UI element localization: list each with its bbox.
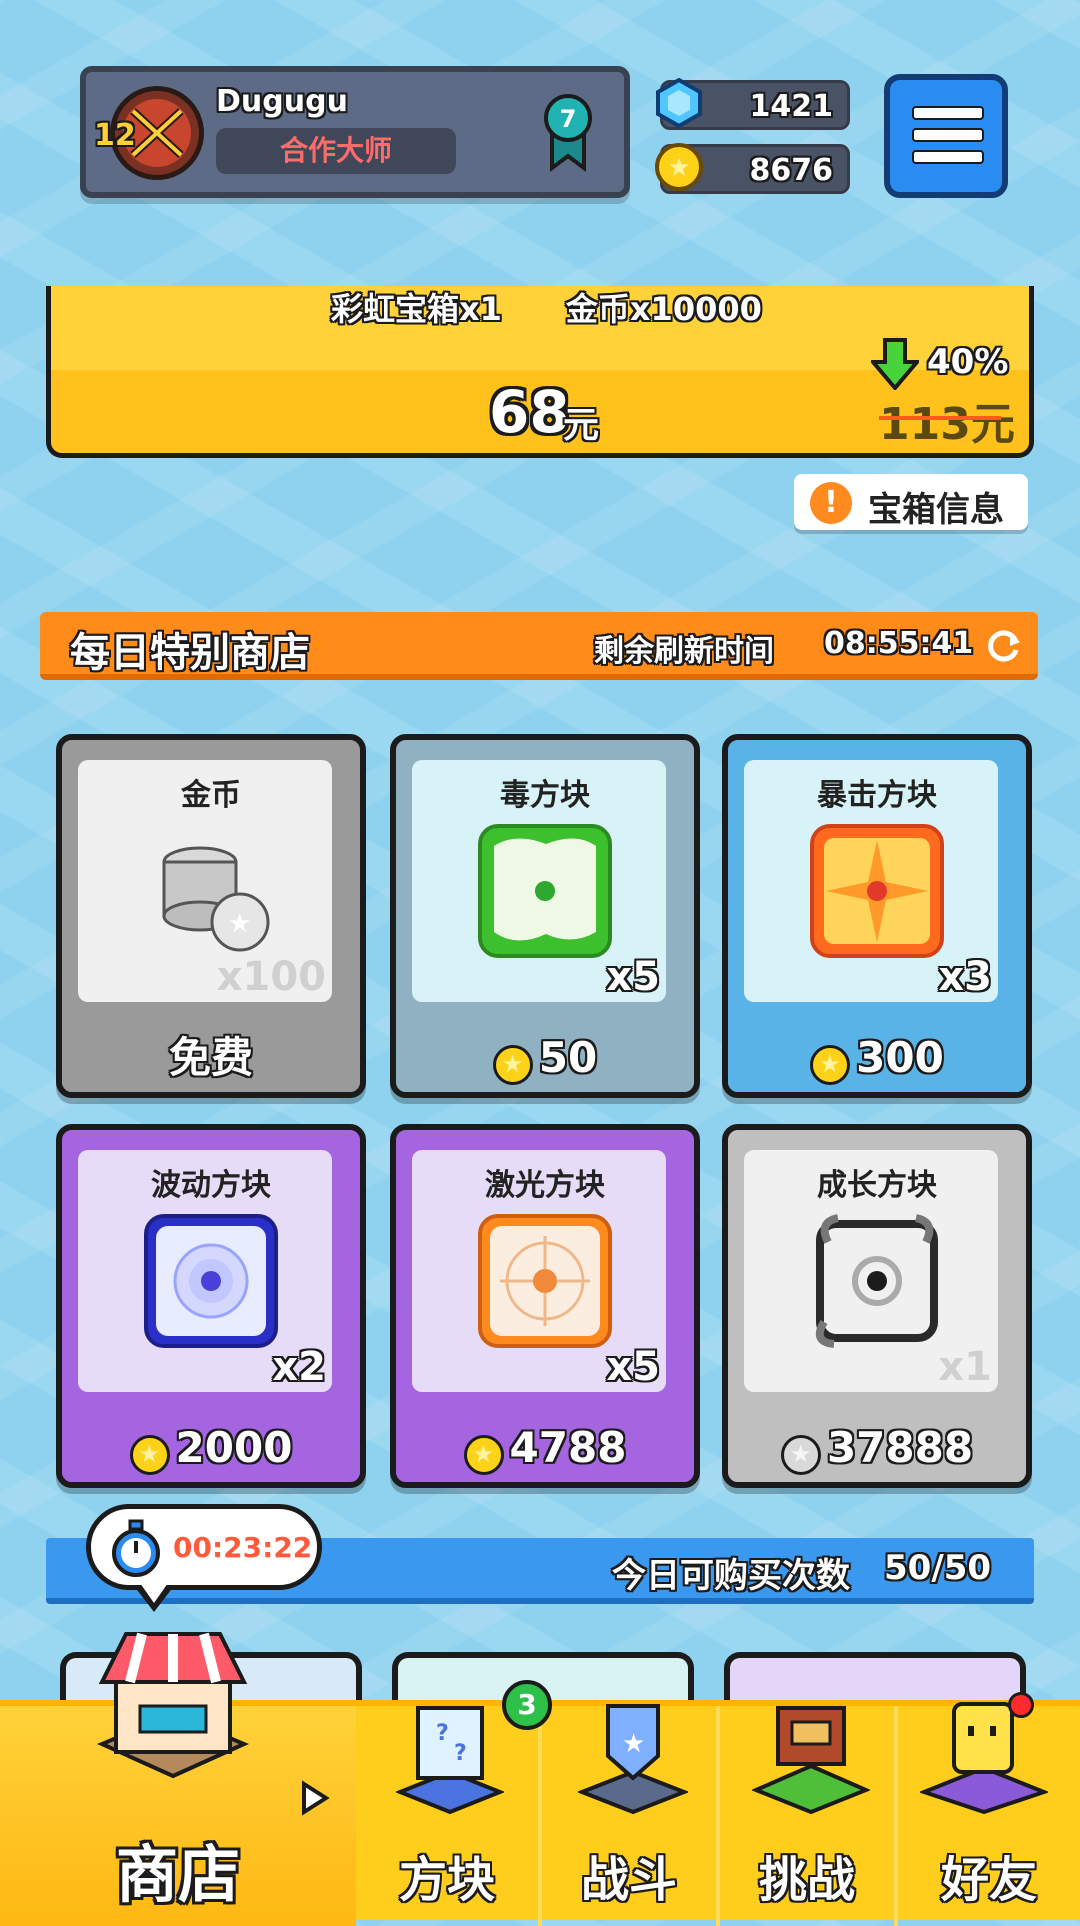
daily-shop-title: 每日特别商店 — [70, 630, 310, 676]
card-item-icon — [476, 822, 614, 960]
dice-icon: ? ? — [394, 1686, 506, 1815]
rank-number: 7 — [560, 105, 577, 133]
card-item-name: 毒方块 — [500, 778, 590, 813]
profile-card[interactable]: 12 Dugugu 合作大师 7 — [80, 66, 630, 198]
promo-items: 彩虹宝箱x1 金币x10000 — [331, 290, 762, 328]
original-price: 113元 — [879, 399, 1015, 450]
promo-banner[interactable]: 彩虹宝箱x1 金币x10000 68 元 40% 113元 — [46, 286, 1034, 458]
coin-icon: ★ — [654, 142, 704, 192]
shop-card[interactable]: 毒方块 x550 — [390, 734, 700, 1098]
coin-amount: 8676 — [749, 153, 834, 188]
card-price-row[interactable]: 37888 — [728, 1414, 1026, 1482]
shop-icon — [96, 1626, 250, 1790]
player-level: 12 — [94, 118, 136, 153]
card-price-row[interactable]: 4788 — [396, 1414, 694, 1482]
promo-price-unit: 元 — [563, 405, 600, 446]
svg-text:★: ★ — [228, 909, 251, 939]
card-quantity: x5 — [606, 1344, 660, 1390]
card-price-row[interactable]: 免费 — [62, 1024, 360, 1092]
shop-card[interactable]: 激光方块 x5 4788 — [390, 1124, 700, 1488]
chest-info-label: 宝箱信息 — [868, 490, 1004, 530]
stopwatch-icon — [109, 1519, 163, 1579]
card-price: 2000 — [175, 1423, 293, 1472]
rank-ribbon-icon[interactable]: 7 — [542, 92, 594, 172]
card-item-name: 金币 — [181, 778, 241, 813]
svg-text:★: ★ — [667, 153, 690, 183]
notification-dot — [1008, 1692, 1034, 1718]
svg-text:★: ★ — [622, 1729, 645, 1759]
bubble-timer: 00:23:22 — [173, 1531, 313, 1564]
silver-coin-icon — [780, 1434, 821, 1475]
card-price: 免费 — [168, 1033, 253, 1082]
shop-card[interactable]: 暴击方块 x3 300 — [722, 734, 1032, 1098]
card-quantity: x2 — [272, 1344, 326, 1390]
shop-card[interactable]: 成长方块 x1 37888 — [722, 1124, 1032, 1488]
svg-text:?: ? — [454, 1741, 467, 1766]
card-price: 300 — [856, 1033, 944, 1082]
purchase-limit-count: 50/50 — [884, 1548, 992, 1588]
chest-info-button[interactable]: ! 宝箱信息 — [794, 474, 1028, 530]
nav-friends-label: 好友 — [940, 1852, 1037, 1908]
username: Dugugu — [216, 84, 348, 119]
shop-card[interactable]: 波动方块 x2 2000 — [56, 1124, 366, 1488]
price-strikethrough — [879, 416, 1001, 420]
card-price-row[interactable]: 300 — [728, 1024, 1026, 1092]
purchase-limit-label: 今日可购买次数 — [612, 1556, 850, 1596]
promo-price: 68 — [489, 378, 570, 446]
card-item-icon — [808, 822, 946, 960]
card-price: 37888 — [826, 1423, 974, 1472]
discount-percent: 40% — [927, 342, 1009, 382]
card-price: 50 — [538, 1033, 598, 1082]
card-quantity: x1 — [938, 1344, 992, 1390]
refresh-label: 剩余刷新时间 — [594, 634, 774, 669]
svg-text:?: ? — [436, 1721, 449, 1746]
card-quantity: x100 — [216, 954, 326, 1000]
card-item-icon — [142, 1212, 280, 1350]
player-title: 合作大师 — [216, 128, 456, 174]
card-price-row[interactable]: 2000 — [62, 1414, 360, 1482]
card-item-icon — [476, 1212, 614, 1350]
dice-badge: 3 — [502, 1680, 552, 1730]
coin-icon — [129, 1434, 170, 1475]
card-item-name: 成长方块 — [817, 1168, 937, 1203]
coin-icon — [463, 1434, 504, 1475]
gem-icon — [654, 77, 704, 129]
challenge-icon — [750, 1686, 872, 1815]
shop-card[interactable]: 金币 ★ x100 免费 — [56, 734, 366, 1098]
card-item-name: 波动方块 — [151, 1168, 271, 1203]
daily-shop-header: 每日特别商店 剩余刷新时间 08:55:41 — [40, 612, 1038, 680]
gem-amount: 1421 — [749, 89, 834, 124]
card-item-icon: ★ — [142, 822, 280, 960]
coin-icon — [492, 1044, 533, 1085]
card-price-row[interactable]: 50 — [396, 1024, 694, 1092]
card-quantity: x3 — [938, 954, 992, 1000]
battle-icon: ★ — [576, 1686, 690, 1815]
discount-arrow-icon — [868, 338, 922, 392]
exclamation-icon: ! — [810, 482, 852, 524]
card-price: 4788 — [509, 1423, 627, 1472]
card-item-icon — [808, 1212, 946, 1350]
nav-shop-label: 商店 — [115, 1838, 240, 1911]
nav-battle-label: 战斗 — [580, 1852, 677, 1908]
menu-button[interactable] — [884, 74, 1008, 198]
card-item-name: 暴击方块 — [817, 778, 937, 813]
hamburger-icon — [912, 106, 984, 120]
refresh-icon[interactable] — [986, 628, 1022, 664]
timer-bubble: 00:23:22 — [86, 1504, 322, 1590]
nav-challenge-label: 挑战 — [758, 1852, 855, 1908]
refresh-timer: 08:55:41 — [824, 626, 974, 661]
nav-dice-label: 方块 — [398, 1852, 495, 1908]
coin-icon — [810, 1044, 851, 1085]
card-item-name: 激光方块 — [485, 1168, 605, 1203]
card-quantity: x5 — [606, 954, 660, 1000]
play-icon — [300, 1780, 330, 1816]
